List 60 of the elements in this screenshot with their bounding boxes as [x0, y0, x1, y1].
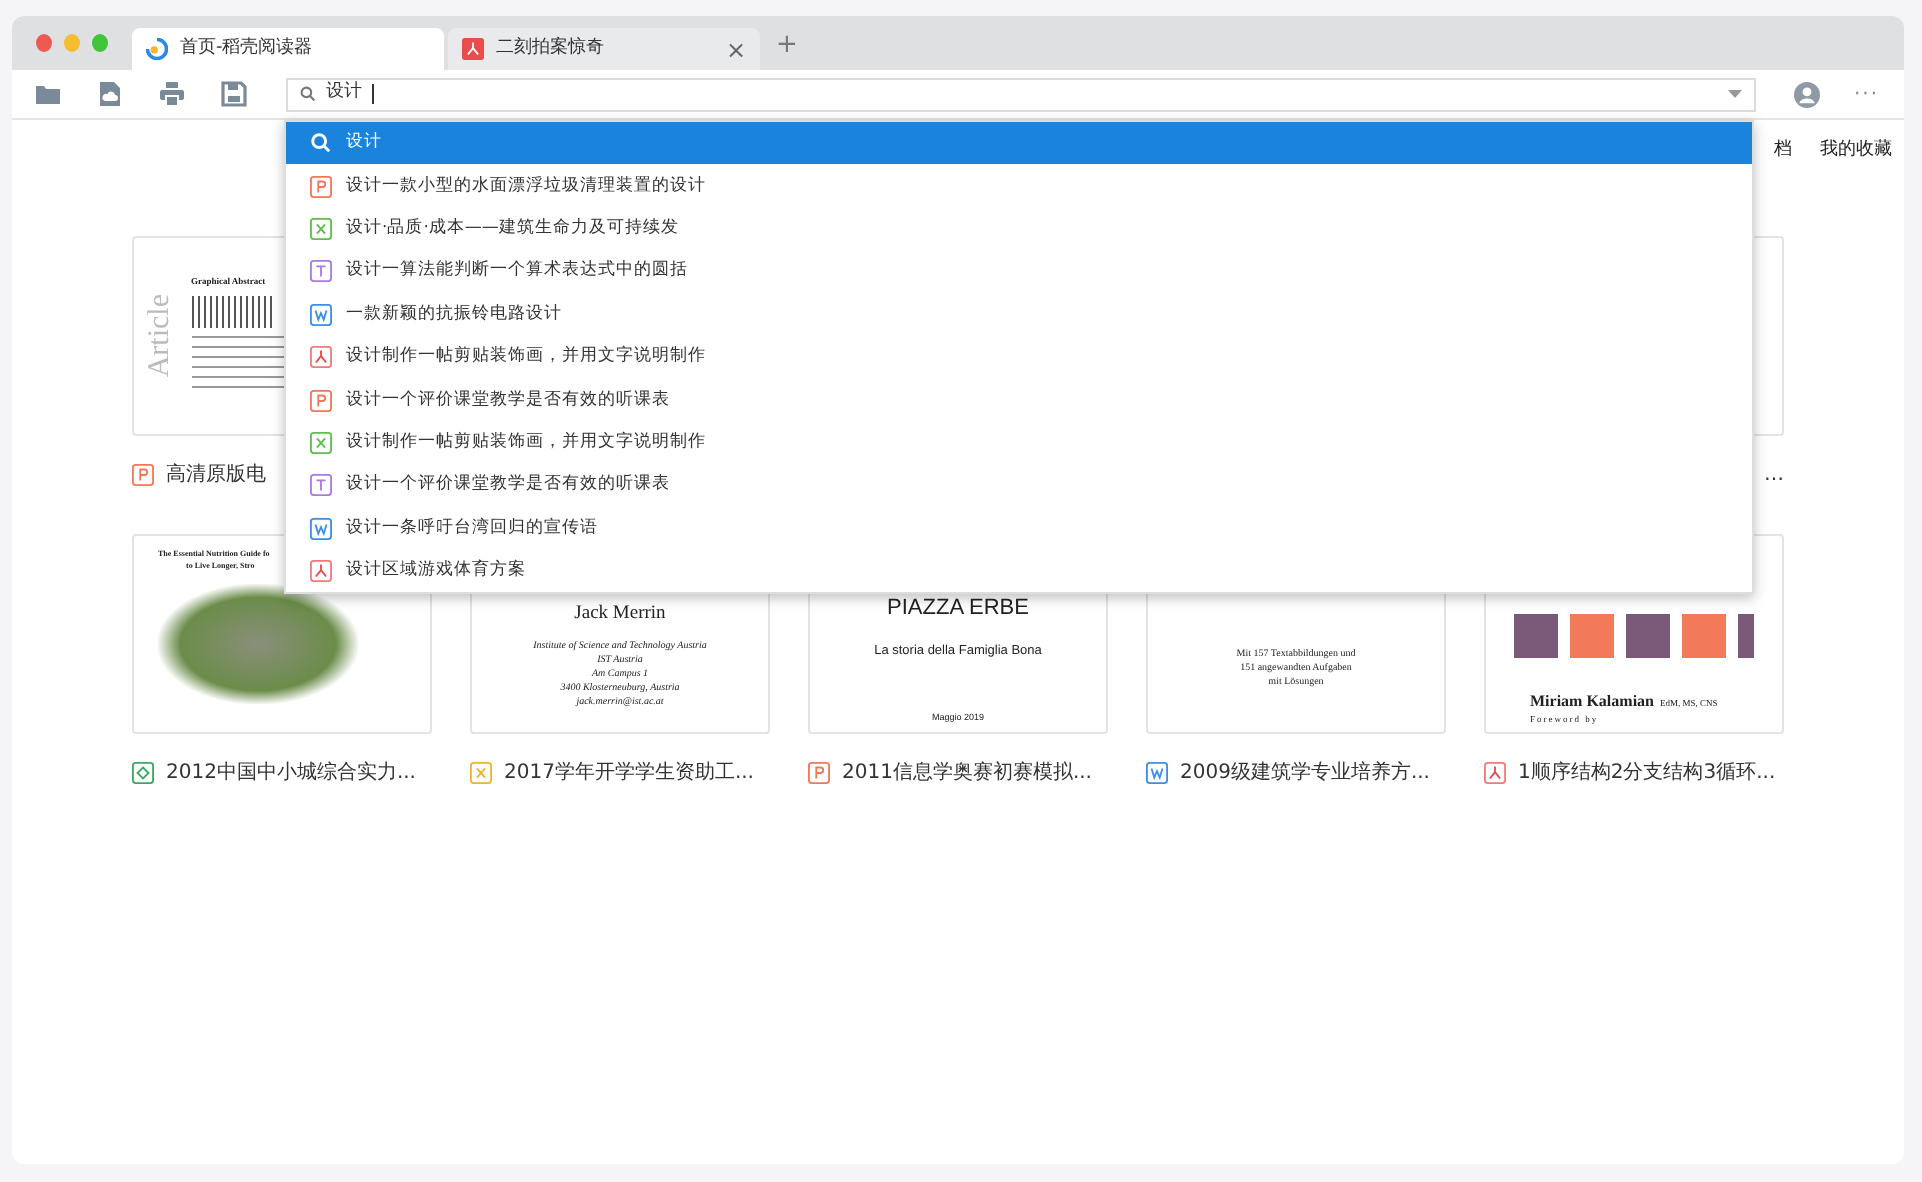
document-title[interactable]: 1顺序结构2分支结构3循环... — [1484, 758, 1776, 786]
search-field[interactable]: 设计 — [286, 77, 1756, 111]
browser-tab[interactable]: 二刻拍案惊奇 × — [448, 28, 760, 70]
pdf-file-icon — [310, 346, 332, 369]
cover-text: PIAZZA ERBE — [887, 594, 1029, 624]
tab-label: 首页-稻壳阅读器 — [180, 35, 313, 62]
print-icon[interactable] — [158, 80, 186, 108]
suggestion-item[interactable]: 设计制作一帖剪贴装饰画，并用文字说明制作 — [286, 335, 1752, 379]
more-menu-button[interactable]: ··· — [1854, 79, 1880, 109]
cover-text: Article — [142, 294, 178, 378]
pdf-file-icon — [462, 38, 484, 60]
pdf-file-icon — [1484, 761, 1506, 783]
document-file-icon — [1146, 761, 1168, 783]
cover-text: Jack Merrin — [574, 602, 666, 628]
document-title[interactable]: 高清原版电 — [132, 460, 266, 488]
suggestion-item[interactable]: 设计一个评价课堂教学是否有效的听课表 — [286, 378, 1752, 422]
close-window-button[interactable] — [36, 34, 52, 52]
suggestion-item[interactable]: 设计区域游戏体育方案 — [286, 549, 1752, 593]
spreadsheet-file-icon — [470, 761, 492, 783]
search-text: 设计 — [326, 80, 362, 107]
cover-text: Miriam Kalamian — [1530, 690, 1654, 715]
suggestion-item[interactable]: 设计一算法能判断一个算术表达式中的圆括 — [286, 250, 1752, 294]
suggestion-item[interactable]: 设计一个评价课堂教学是否有效的听课表 — [286, 464, 1752, 508]
suggestion-item[interactable]: 设计一条呼吁台湾回归的宣传语 — [286, 507, 1752, 550]
document-title[interactable]: … — [1764, 460, 1784, 488]
document-title[interactable]: 2012中国中小城综合实力... — [132, 758, 416, 786]
suggestion-item[interactable]: 设计 — [286, 122, 1752, 165]
text-file-icon — [310, 260, 332, 283]
dropdown-caret-icon[interactable] — [1728, 89, 1742, 99]
ebook-file-icon — [132, 761, 154, 783]
search-icon — [310, 132, 332, 155]
slides-file-icon — [310, 389, 332, 412]
app-logo-icon — [146, 38, 168, 60]
search-icon — [300, 86, 316, 102]
nav-link-text[interactable]: 档 — [1774, 138, 1792, 166]
document-title[interactable]: 2011信息学奥赛初赛模拟... — [808, 758, 1092, 786]
spreadsheet-file-icon — [310, 217, 332, 240]
document-title[interactable]: 2009级建筑学专业培养方... — [1146, 758, 1430, 786]
slides-file-icon — [310, 175, 332, 198]
cloud-file-icon[interactable] — [96, 80, 124, 108]
slides-file-icon — [808, 761, 830, 783]
folder-icon[interactable] — [34, 80, 62, 108]
user-avatar-icon[interactable] — [1794, 81, 1820, 107]
spreadsheet-file-icon — [310, 431, 332, 454]
tab-label: 二刻拍案惊奇 — [496, 35, 604, 62]
document-file-icon — [310, 303, 332, 326]
document-file-icon — [310, 517, 332, 540]
suggestion-item[interactable]: 设计·品质·成本——建筑生命力及可持续发 — [286, 207, 1752, 251]
pdf-file-icon — [310, 560, 332, 583]
zoom-button[interactable] — [92, 34, 108, 52]
suggestion-item[interactable]: 设计制作一帖剪贴装饰画，并用文字说明制作 — [286, 421, 1752, 465]
tab-close-button[interactable]: × — [725, 31, 746, 67]
document-title[interactable]: 2017学年开学学生资助工... — [470, 758, 754, 786]
slides-file-icon — [132, 463, 154, 485]
suggestion-item[interactable]: 一款新颖的抗振铃电路设计 — [286, 293, 1752, 336]
nav-link-text[interactable]: 我的收藏 — [1820, 138, 1892, 166]
suggestion-item[interactable]: 设计一款小型的水面漂浮垃圾清理装置的设计 — [286, 164, 1752, 208]
browser-tab[interactable]: 首页-稻壳阅读器 — [132, 28, 444, 70]
save-icon[interactable] — [220, 80, 248, 108]
text-file-icon — [310, 474, 332, 497]
